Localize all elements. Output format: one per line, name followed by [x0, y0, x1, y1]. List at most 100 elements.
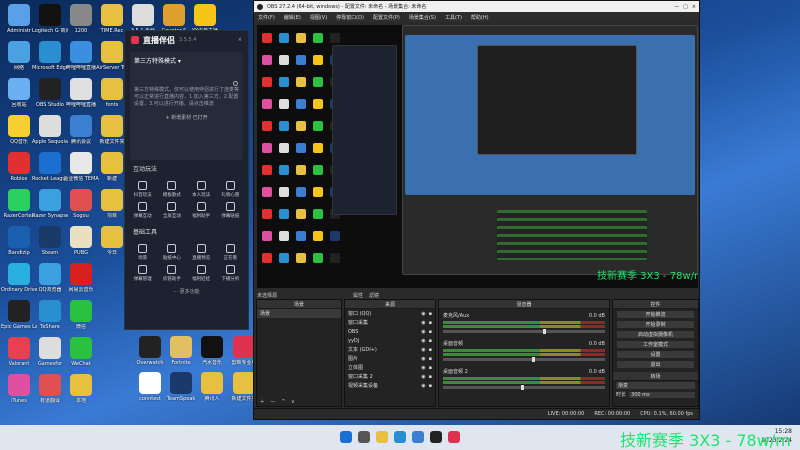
source-item[interactable]: yyDj ◉ ▪ [345, 336, 435, 345]
lock-icon[interactable]: ▪ [429, 338, 432, 344]
tool-button[interactable]: 弹幕互动 [129, 202, 156, 219]
volume-slider[interactable] [443, 385, 605, 390]
tool-button[interactable]: 福利助手 [188, 202, 215, 219]
slider-handle[interactable] [543, 329, 547, 334]
eye-icon[interactable]: ◉ [421, 383, 425, 389]
menu-item[interactable]: 视图(V) [310, 14, 327, 21]
add-icon[interactable]: + [260, 399, 264, 405]
eye-icon[interactable]: ◉ [421, 365, 425, 371]
source-item[interactable]: OBS ◉ ▪ [345, 327, 435, 336]
tab-properties[interactable]: 属性 [353, 292, 363, 299]
desktop-icon[interactable]: WeChat [63, 337, 99, 367]
tool-button[interactable]: 场景 [129, 244, 156, 261]
control-button[interactable]: 启动虚拟摄像机 [616, 330, 695, 339]
desktop-icon[interactable]: conntest [132, 372, 168, 402]
obs-preview[interactable]: 技新赛季 3X3 - 78w/m [257, 25, 698, 288]
menu-item[interactable]: 文件(F) [258, 14, 275, 21]
volume-slider[interactable] [443, 329, 605, 334]
add-material-button[interactable]: + 新增素材 已打开 [134, 114, 239, 121]
edge-icon[interactable] [394, 431, 406, 443]
source-item[interactable]: 窗口采集 ◉ ▪ [345, 318, 435, 327]
lock-icon[interactable]: ▪ [429, 311, 432, 317]
control-button[interactable]: 退出 [616, 360, 695, 369]
mode-selector[interactable]: 第三方特殊模式 ▾ [134, 56, 239, 65]
app-icon[interactable] [448, 431, 460, 443]
eye-icon[interactable]: ◉ [421, 356, 425, 362]
source-item[interactable]: 窗口 (QQ) ◉ ▪ [345, 309, 435, 318]
source-item[interactable]: 窗口采集 2 ◉ ▪ [345, 372, 435, 381]
lock-icon[interactable]: ▪ [429, 374, 432, 380]
tool-button[interactable]: 全屏互动 [158, 202, 185, 219]
close-icon[interactable]: × [238, 37, 242, 43]
lock-icon[interactable]: ▪ [429, 356, 432, 362]
tool-button[interactable]: 本人玩法 [188, 181, 215, 198]
preview-icon [279, 209, 289, 219]
obs-statusbar: LIVE: 00:00:00 REC: 00:00:00 CPU: 0.1%, … [254, 408, 699, 419]
eye-icon[interactable]: ◉ [421, 320, 425, 326]
window-close-icon[interactable]: × [692, 4, 696, 10]
tool-button[interactable]: 抖音玩法 [129, 181, 156, 198]
more-functions-link[interactable]: ··· 更多功能 [125, 288, 248, 295]
menu-item[interactable]: 帮助(H) [471, 14, 489, 21]
store-icon[interactable] [412, 431, 424, 443]
tool-label: 下播分析 [221, 277, 240, 282]
tool-button[interactable]: 房管助手 [158, 265, 185, 282]
move-down-icon[interactable]: v [291, 399, 294, 405]
eye-icon[interactable]: ◉ [421, 311, 425, 317]
transition-select[interactable]: 渐变 [616, 382, 695, 389]
tool-button[interactable]: 正在看 [217, 244, 244, 261]
tool-button[interactable]: 弹幕贴纸 [217, 202, 244, 219]
eye-icon[interactable]: ◉ [421, 374, 425, 380]
tool-button[interactable]: 福利娃娃 [188, 265, 215, 282]
settings-icon[interactable] [233, 81, 238, 86]
menu-item[interactable]: 配置文件(P) [373, 14, 400, 21]
move-up-icon[interactable]: ^ [281, 399, 285, 405]
lock-icon[interactable]: ▪ [429, 329, 432, 335]
tool-button[interactable]: 下播分析 [217, 265, 244, 282]
slider-handle[interactable] [532, 357, 536, 362]
desktop-icon[interactable]: 本地 [63, 374, 99, 404]
control-button[interactable]: 设置 [616, 350, 695, 359]
menu-item[interactable]: 场景集合(S) [409, 14, 436, 21]
eye-icon[interactable]: ◉ [421, 329, 425, 335]
control-button[interactable]: 开始推流 [616, 310, 695, 319]
tool-button[interactable]: 直播预览 [188, 244, 215, 261]
volume-slider[interactable] [443, 357, 605, 362]
desktop-icon[interactable]: 腾讯人 [194, 372, 230, 402]
source-item[interactable]: 视频采集设备 ◉ ▪ [345, 381, 435, 390]
file-explorer-icon[interactable] [376, 431, 388, 443]
search-icon[interactable] [358, 431, 370, 443]
remove-icon[interactable]: — [270, 399, 275, 405]
app-icon [101, 115, 123, 137]
desktop-icon[interactable]: 汽水音乐 [194, 336, 230, 366]
tool-button[interactable]: 模板歌式 [158, 181, 185, 198]
start-icon[interactable] [340, 431, 352, 443]
tool-button[interactable]: 礼物心愿 [217, 181, 244, 198]
preview-icon [279, 121, 289, 131]
menu-item[interactable]: 编辑(E) [284, 14, 301, 21]
lock-icon[interactable]: ▪ [429, 347, 432, 353]
scene-item[interactable]: 场景 [257, 309, 341, 318]
obs-taskbar-icon[interactable] [430, 431, 442, 443]
eye-icon[interactable]: ◉ [421, 347, 425, 353]
duration-input[interactable]: 300 ms [629, 391, 695, 398]
source-item[interactable]: 图片 ◉ ▪ [345, 354, 435, 363]
slider-handle[interactable] [520, 385, 524, 390]
control-button[interactable]: 开始录制 [616, 320, 695, 329]
lock-icon[interactable]: ▪ [429, 365, 432, 371]
tool-button[interactable]: 弹幕管理 [129, 265, 156, 282]
eye-icon[interactable]: ◉ [421, 338, 425, 344]
control-button[interactable]: 工作室模式 [616, 340, 695, 349]
lock-icon[interactable]: ▪ [429, 383, 432, 389]
tool-button[interactable]: 贴纸中心 [158, 244, 185, 261]
menu-item[interactable]: 停靠窗口(D) [336, 14, 364, 21]
source-item[interactable]: 文本 (GDI+) ◉ ▪ [345, 345, 435, 354]
lock-icon[interactable]: ▪ [429, 320, 432, 326]
maximize-icon[interactable]: □ [683, 4, 688, 10]
menu-item[interactable]: 工具(T) [445, 14, 462, 21]
source-item[interactable]: 立体图 ◉ ▪ [345, 363, 435, 372]
desktop-icon[interactable]: 微信 [63, 300, 99, 330]
tab-filters[interactable]: 滤镜 [369, 292, 379, 299]
minimize-icon[interactable]: — [674, 4, 679, 10]
desktop-icon[interactable]: 网易云音乐 [63, 263, 99, 293]
